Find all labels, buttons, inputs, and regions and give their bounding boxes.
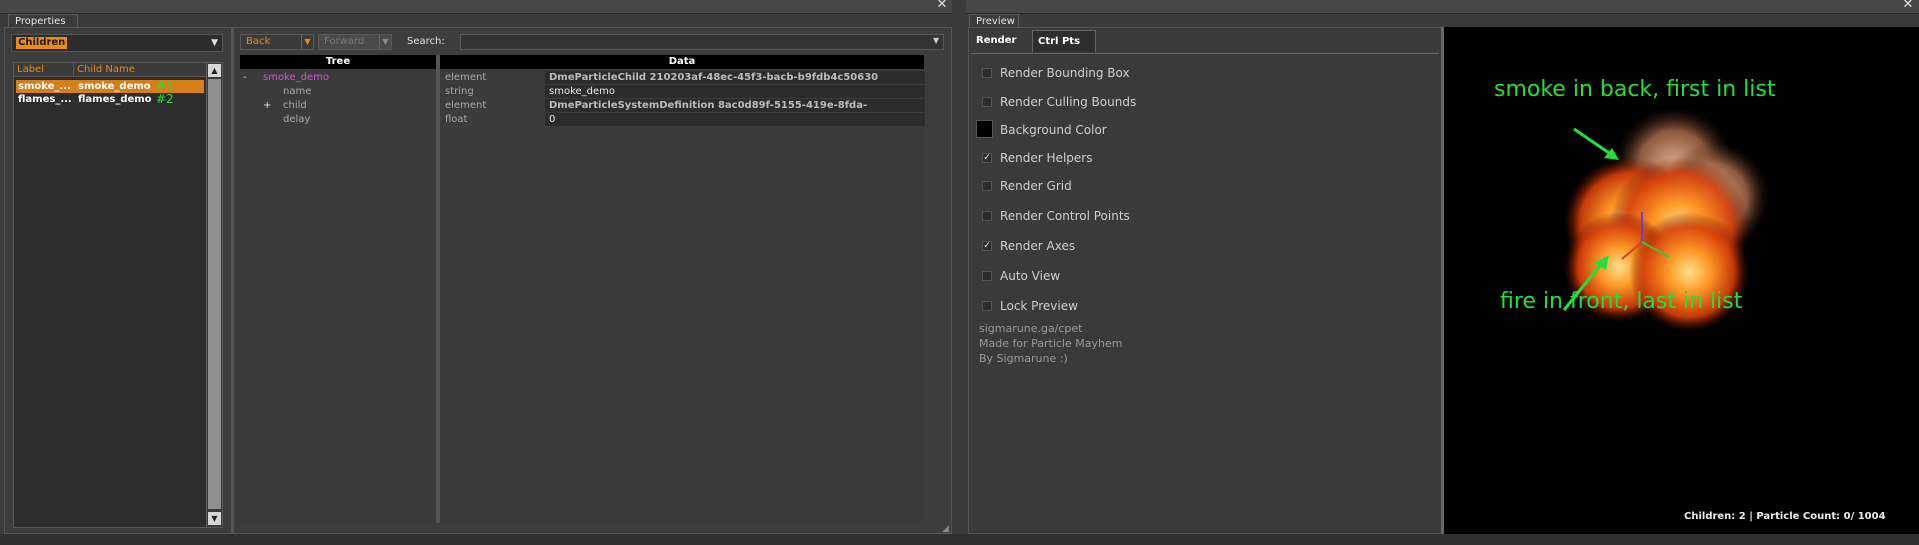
chevron-down-icon[interactable]: ▼ [379, 35, 391, 49]
list-item-child-name: smoke_demo [78, 81, 151, 92]
chevron-down-icon[interactable]: ▼ [933, 36, 939, 45]
tree-node[interactable]: delay [283, 113, 310, 126]
data-column-header: Data [440, 55, 924, 69]
scrollbar-thumb[interactable] [208, 79, 221, 509]
column-header-child-name[interactable]: Child Name [74, 63, 207, 77]
annotation-bottom: fire in front, last in list [1500, 289, 1743, 314]
option-label: Background Color [1000, 123, 1107, 137]
properties-titlebar: ✕ [0, 0, 952, 14]
list-item-label: flames_... [18, 94, 72, 105]
checkbox[interactable]: ✓ [982, 241, 992, 251]
annotation-top: smoke in back, first in list [1494, 77, 1776, 102]
data-value[interactable]: smoke_demo [545, 85, 925, 98]
option-label: Render Control Points [1000, 209, 1130, 223]
checkmark-icon: ✓ [983, 153, 991, 163]
tree-column-header: Tree [240, 55, 436, 69]
checkbox[interactable] [982, 97, 992, 107]
data-type: element [445, 72, 487, 83]
data-pane: Data element DmeParticleChild 210203af-4… [440, 55, 925, 523]
data-row: element DmeParticleSystemDefinition 8ac0… [440, 99, 925, 124]
fire-puff [1629, 212, 1749, 332]
option-label: Lock Preview [1000, 299, 1078, 313]
children-list: Label Child Name smoke_... smoke_demo #1… [13, 62, 223, 528]
option-label: Auto View [1000, 269, 1061, 283]
data-value[interactable]: DmeParticleChild 210203af-48ec-45f3-bacb… [545, 71, 925, 84]
chevron-down-icon[interactable]: ▼ [301, 35, 313, 49]
children-dropdown[interactable]: Children ▼ [11, 34, 223, 52]
credits: sigmarune.ga/cpet Made for Particle Mayh… [979, 321, 1122, 366]
search-label: Search: [407, 36, 445, 47]
data-type: string [445, 86, 474, 97]
list-item-child-name: flames_demo [78, 94, 152, 105]
back-button-label: Back [246, 36, 271, 47]
tree-expander-icon[interactable]: - [243, 71, 247, 84]
credits-line: Made for Particle Mayhem [979, 337, 1123, 350]
list-item[interactable]: smoke_... smoke_demo #1 [16, 80, 204, 93]
checkbox[interactable] [982, 271, 992, 281]
data-row: string smoke_demo [440, 85, 925, 98]
tree-node[interactable]: child [283, 99, 307, 112]
preview-titlebar: ✕ [966, 0, 1919, 14]
particle-render [1562, 107, 1769, 332]
credits-line: sigmarune.ga/cpet [979, 322, 1083, 335]
option-label: Render Bounding Box [1000, 66, 1130, 80]
bottom-status-strip [0, 534, 1919, 545]
chevron-down-icon: ▼ [211, 38, 218, 48]
tree-pane: Tree - smoke_demo name + child delay [240, 55, 436, 523]
option-label: Render Helpers [1000, 151, 1093, 165]
data-type: element [445, 100, 487, 111]
checkbox[interactable] [982, 301, 992, 311]
checkmark-icon: ✓ [983, 241, 991, 251]
back-button[interactable]: Back ▼ [240, 34, 314, 50]
tab-ctrl-pts[interactable]: Ctrl Pts [1032, 30, 1096, 52]
children-list-scrollbar[interactable]: ▲ ▼ [206, 63, 222, 527]
checkbox[interactable] [982, 68, 992, 78]
checkbox[interactable] [982, 181, 992, 191]
tree-expander-icon[interactable]: + [263, 99, 271, 112]
checkbox[interactable] [982, 211, 992, 221]
tab-divider [971, 53, 1439, 54]
forward-button-label: Forward [324, 36, 365, 47]
resize-grip-icon[interactable]: ◢ [942, 524, 952, 534]
properties-splitter[interactable] [231, 27, 234, 534]
search-input[interactable] [460, 34, 944, 50]
close-icon[interactable]: ✕ [1901, 0, 1915, 12]
list-item-label: smoke_... [18, 81, 71, 92]
tree-node-root[interactable]: smoke_demo [263, 71, 329, 84]
data-row: element DmeParticleChild 210203af-48ec-4… [440, 71, 925, 84]
preview-panel-tab[interactable]: Preview [969, 14, 1019, 28]
children-dropdown-value: Children [16, 37, 68, 49]
data-value[interactable]: DmeParticleSystemDefinition 8ac0d89f-515… [545, 99, 925, 124]
app-root: ✕ ✕ Properties Preview Children ▼ Label … [0, 0, 1919, 545]
children-list-header: Label Child Name [14, 63, 207, 77]
data-row: float 0 [440, 113, 925, 126]
data-value[interactable]: 0 [545, 113, 925, 126]
particle-preview-viewport[interactable]: smoke in back, first in list fire in fro… [1444, 27, 1919, 534]
option-label: Render Grid [1000, 179, 1072, 193]
background-color-swatch[interactable] [976, 120, 993, 138]
scroll-down-arrow-icon[interactable]: ▼ [208, 512, 221, 525]
option-label: Render Culling Bounds [1000, 95, 1137, 109]
scroll-up-arrow-icon[interactable]: ▲ [208, 64, 221, 77]
close-icon[interactable]: ✕ [935, 0, 949, 12]
column-header-label[interactable]: Label [14, 63, 74, 77]
data-type: float [445, 114, 468, 125]
forward-button[interactable]: Forward ▼ [318, 34, 392, 50]
checkbox[interactable]: ✓ [982, 153, 992, 163]
tree-node[interactable]: name [283, 85, 311, 98]
particle-stats: Children: 2 | Particle Count: 0/ 1004 [1684, 511, 1886, 522]
list-item[interactable]: flames_... flames_demo #2 [16, 93, 204, 106]
properties-panel-tab[interactable]: Properties [8, 14, 78, 28]
credits-line: By Sigmarune :) [979, 352, 1068, 365]
option-label: Render Axes [1000, 239, 1076, 253]
list-item-index-annotation: #2 [156, 92, 174, 106]
tab-render[interactable]: Render [971, 30, 1031, 52]
arrow-line [1573, 127, 1613, 157]
